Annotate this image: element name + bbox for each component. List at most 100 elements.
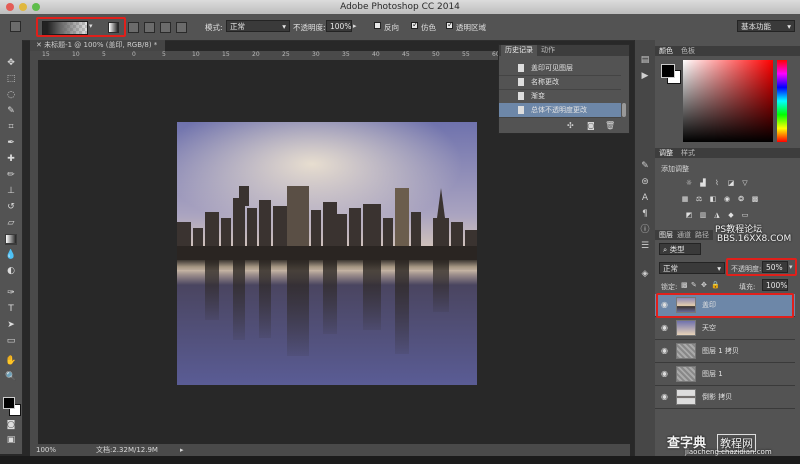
lock-all-icon[interactable]: 🔒 [711,281,720,289]
hue-saturation-adjustment-icon[interactable]: ▦ [681,196,689,203]
layer-filter-select[interactable]: ⌕ 类型 [659,243,701,255]
crop-tool-icon[interactable]: ⌗ [5,122,17,133]
color-picker-field[interactable] [683,60,773,142]
marquee-tool-icon[interactable]: ⬚ [5,74,17,85]
blend-mode-select[interactable]: 正常 ▾ [659,262,725,274]
history-item[interactable]: 渐变 [499,89,621,104]
canvas-image[interactable] [177,122,477,385]
tab-channels[interactable]: 通道 [677,230,691,240]
minimize-window-button[interactable] [19,3,27,11]
hue-slider[interactable] [777,60,787,142]
layer-row-reflection-copy[interactable]: ◉ 倒影 拷贝 [655,386,795,409]
linear-gradient-button[interactable] [108,22,119,33]
radial-gradient-button[interactable] [128,22,139,33]
brush-tool-icon[interactable]: ✏ [5,170,17,181]
tool-preset-picker[interactable] [10,21,21,32]
blur-tool-icon[interactable]: 💧 [5,250,17,261]
gradient-dropdown-arrow-icon[interactable]: ▾ [89,22,97,32]
quick-select-tool-icon[interactable]: ✎ [5,106,17,117]
transparency-checkbox[interactable] [446,20,454,29]
black-white-adjustment-icon[interactable]: ◧ [709,196,717,203]
healing-brush-tool-icon[interactable]: ✚ [5,154,17,165]
zoom-level[interactable]: 100% [36,444,56,456]
move-tool-icon[interactable]: ✥ [5,58,17,69]
brush-panel-icon[interactable]: ✎ [639,160,651,172]
fill-input[interactable]: 100% [762,279,788,291]
history-brush-tool-icon[interactable]: ↺ [5,202,17,213]
channel-mixer-adjustment-icon[interactable]: ❂ [737,196,745,203]
layer-opacity-arrow-icon[interactable]: ▾ [789,263,793,271]
angle-gradient-button[interactable] [144,22,155,33]
shape-tool-icon[interactable]: ▭ [5,336,17,347]
color-lookup-adjustment-icon[interactable]: ▩ [751,196,759,203]
screen-mode-icon[interactable]: ▣ [5,435,17,446]
vibrance-adjustment-icon[interactable]: ▽ [741,180,749,187]
foreground-color-swatch[interactable] [3,397,15,409]
tab-paths[interactable]: 路径 [695,230,709,240]
layer-row-sky[interactable]: ◉ 天空 [655,317,795,340]
brightness-adjustment-icon[interactable]: ☼ [685,180,693,187]
exposure-adjustment-icon[interactable]: ◪ [727,180,735,187]
color-balance-adjustment-icon[interactable]: ⚖ [695,196,703,203]
new-document-from-state-icon[interactable]: ✣ [567,121,574,130]
gradient-preview[interactable] [42,21,88,35]
lock-transparent-icon[interactable]: ▩ [681,281,688,289]
reflected-gradient-button[interactable] [160,22,171,33]
eyedropper-tool-icon[interactable]: ✒ [5,138,17,149]
tab-color[interactable]: 颜色 [659,46,673,56]
tab-actions[interactable]: 动作 [537,45,559,56]
history-item[interactable]: 盖印可见图层 [499,61,621,76]
opacity-arrow-icon[interactable]: ▸ [353,22,357,30]
eraser-tool-icon[interactable]: ▱ [5,218,17,229]
delete-state-icon[interactable]: 🗑 [605,121,615,130]
lock-image-icon[interactable]: ✎ [691,281,697,289]
foreground-color-chip[interactable] [661,64,675,78]
tab-swatches[interactable]: 色板 [681,46,695,56]
layer-row-layer1[interactable]: ◉ 图层 1 [655,363,795,386]
diamond-gradient-button[interactable] [176,22,187,33]
paragraph-panel-icon[interactable]: ¶ [639,208,651,220]
gradient-tool-icon[interactable] [5,234,17,245]
layer-row-layer1-copy[interactable]: ◉ 图层 1 拷贝 [655,340,795,363]
curves-adjustment-icon[interactable]: ⌇ [713,180,721,187]
layer-opacity-input[interactable]: 50% [762,261,788,273]
selective-color-adjustment-icon[interactable]: ◆ [727,212,735,219]
character-panel-icon[interactable]: A [639,192,651,204]
gradient-map-adjustment-icon[interactable]: ▭ [741,212,749,219]
photo-filter-adjustment-icon[interactable]: ◉ [723,196,731,203]
3d-panel-icon[interactable]: ◈ [639,268,651,280]
posterize-adjustment-icon[interactable]: ▥ [699,212,707,219]
info-panel-icon[interactable]: ⓘ [639,224,651,236]
history-scrollbar[interactable] [622,103,626,117]
dodge-tool-icon[interactable]: ◐ [5,266,17,277]
opacity-input[interactable]: 100% [326,20,352,32]
eye-icon[interactable]: ◉ [661,370,669,378]
reverse-checkbox[interactable] [374,22,381,29]
tab-history[interactable]: 历史记录 [501,45,537,56]
eye-icon[interactable]: ◉ [661,393,669,401]
path-selection-tool-icon[interactable]: ➤ [5,320,17,331]
tab-styles[interactable]: 样式 [681,148,695,158]
close-window-button[interactable] [6,3,14,11]
hand-tool-icon[interactable]: ✋ [5,356,17,367]
history-item-selected[interactable]: 总体不透明度更改 [499,103,621,118]
zoom-window-button[interactable] [32,3,40,11]
tab-adjustments[interactable]: 调整 [659,148,673,158]
lasso-tool-icon[interactable]: ◌ [5,90,17,101]
properties-panel-icon[interactable]: ☰ [639,240,651,252]
clone-source-panel-icon[interactable]: ⊜ [639,176,651,188]
history-item[interactable]: 名称更改 [499,75,621,90]
threshold-adjustment-icon[interactable]: ◮ [713,212,721,219]
history-panel-icon[interactable]: ▤ [639,54,651,66]
dither-checkbox[interactable] [411,20,419,29]
eye-icon[interactable]: ◉ [661,347,669,355]
document-tab[interactable]: ✕ 未标题-1 @ 100% (盖印, RGB/8) * [30,40,165,51]
quick-mask-icon[interactable]: ◙ [5,420,17,431]
tab-layers[interactable]: 图层 [659,230,673,240]
status-menu-arrow-icon[interactable]: ▸ [180,444,184,456]
workspace-select[interactable]: 基本功能 ▾ [737,20,795,32]
actions-panel-icon[interactable]: ▶ [639,70,651,82]
close-document-icon[interactable]: ✕ [36,41,44,49]
invert-adjustment-icon[interactable]: ◩ [685,212,693,219]
pen-tool-icon[interactable]: ✑ [5,288,17,299]
